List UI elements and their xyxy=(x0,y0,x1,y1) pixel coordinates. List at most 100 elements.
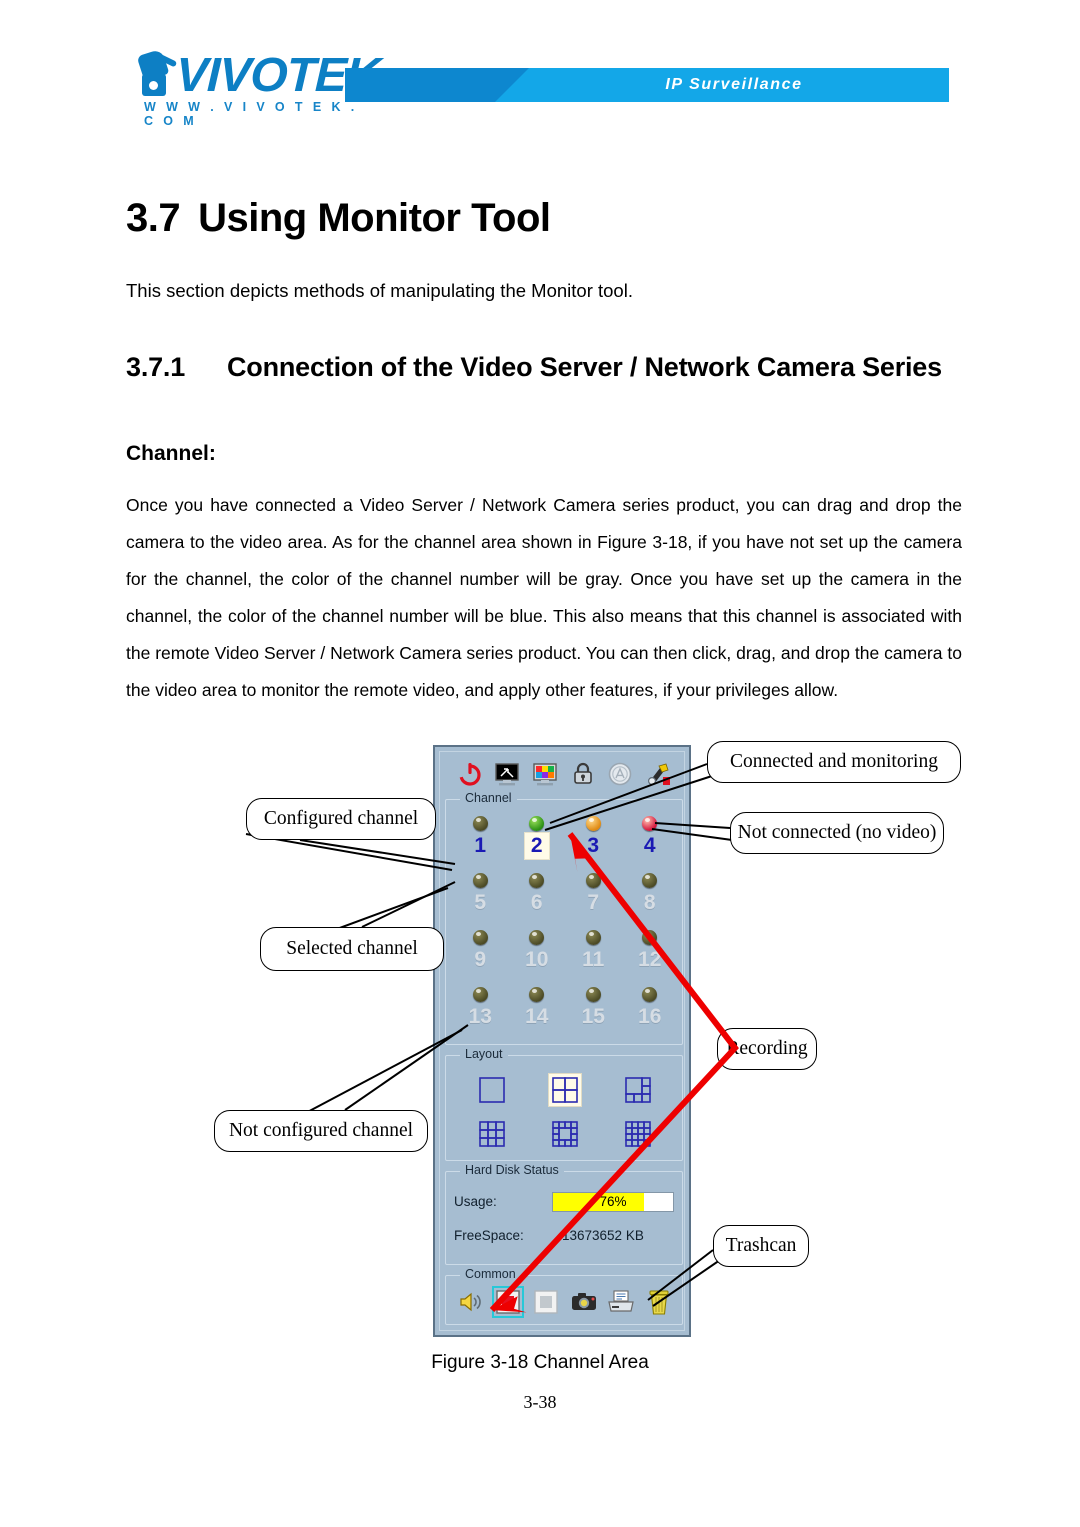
channel-cell-13[interactable]: 13 xyxy=(452,985,509,1042)
callout-configured-channel: Configured channel xyxy=(246,798,436,840)
common-group: Common xyxy=(445,1267,683,1325)
hdd-freespace-label: FreeSpace: xyxy=(454,1228,524,1243)
minimize-screen-icon[interactable] xyxy=(493,760,521,788)
hdd-usage-bar: 76% xyxy=(552,1192,674,1212)
callout-selected-channel: Selected channel xyxy=(260,927,444,971)
channel-cell-15[interactable]: 15 xyxy=(565,985,622,1042)
main-paragraph: Once you have connected a Video Server /… xyxy=(126,495,962,700)
lock-icon[interactable] xyxy=(569,760,597,788)
channel-number-9[interactable]: 9 xyxy=(469,946,491,974)
channel-number-1[interactable]: 1 xyxy=(469,832,491,860)
section-number: 3.7 xyxy=(126,196,181,240)
hdd-group-title: Hard Disk Status xyxy=(460,1163,564,1177)
vivotek-logo: VIVOTEK W W W . V I V O T E K . C O M xyxy=(136,48,381,128)
channel-cell-3[interactable]: 3 xyxy=(565,814,622,871)
layout-1-icon[interactable] xyxy=(475,1073,509,1107)
subsection-title: Connection of the Video Server / Network… xyxy=(227,352,942,382)
hdd-freespace-row: FreeSpace: 13673652 KB xyxy=(454,1226,676,1248)
hdd-usage-percent: 76% xyxy=(599,1194,627,1209)
channel-led-2 xyxy=(529,816,545,831)
layout-10-icon[interactable] xyxy=(548,1117,582,1151)
channel-group: Channel 1 2 3 4 5 6 7 8 9 10 11 12 13 14 15 16 xyxy=(445,791,683,1045)
channel-number-15[interactable]: 15 xyxy=(577,1003,610,1031)
snapshot-icon[interactable] xyxy=(570,1288,598,1316)
channel-cell-11[interactable]: 11 xyxy=(565,928,622,985)
channel-grid: 1 2 3 4 5 6 7 8 9 10 11 12 13 14 15 16 xyxy=(452,814,678,1042)
channel-led-16 xyxy=(642,987,658,1002)
channel-cell-1[interactable]: 1 xyxy=(452,814,509,871)
channel-cell-5[interactable]: 5 xyxy=(452,871,509,928)
channel-cell-7[interactable]: 7 xyxy=(565,871,622,928)
channel-number-16[interactable]: 16 xyxy=(633,1003,666,1031)
channel-led-12 xyxy=(642,930,658,945)
seal-icon xyxy=(606,760,634,788)
channel-cell-4[interactable]: 4 xyxy=(622,814,679,871)
channel-number-7[interactable]: 7 xyxy=(582,889,604,917)
common-group-title: Common xyxy=(460,1267,521,1281)
speaker-icon[interactable] xyxy=(457,1288,485,1316)
common-button-row xyxy=(452,1286,678,1318)
channel-number-5[interactable]: 5 xyxy=(469,889,491,917)
channel-led-10 xyxy=(529,930,545,945)
channel-group-title: Channel xyxy=(460,791,517,805)
color-screen-icon[interactable] xyxy=(531,760,559,788)
intro-paragraph: This section depicts methods of manipula… xyxy=(126,280,633,301)
channel-led-11 xyxy=(585,930,601,945)
layout-16-icon[interactable] xyxy=(621,1117,655,1151)
channel-number-4[interactable]: 4 xyxy=(639,832,661,860)
channel-number-6[interactable]: 6 xyxy=(526,889,548,917)
layout-group: Layout xyxy=(445,1047,683,1161)
channel-cell-14[interactable]: 14 xyxy=(509,985,566,1042)
channel-number-10[interactable]: 10 xyxy=(520,946,553,974)
channel-led-8 xyxy=(642,873,658,888)
header-tagline: IP Surveillance xyxy=(665,76,803,93)
channel-cell-8[interactable]: 8 xyxy=(622,871,679,928)
layout-9-icon[interactable] xyxy=(475,1117,509,1151)
callout-trashcan: Trashcan xyxy=(713,1225,809,1267)
section-title: Using Monitor Tool xyxy=(198,196,551,240)
channel-cell-9[interactable]: 9 xyxy=(452,928,509,985)
channel-led-9 xyxy=(472,930,488,945)
record-icon[interactable] xyxy=(492,1286,525,1318)
channel-led-7 xyxy=(585,873,601,888)
layout-6-icon[interactable] xyxy=(621,1073,655,1107)
channel-led-14 xyxy=(529,987,545,1002)
channel-led-13 xyxy=(472,987,488,1002)
channel-cell-2[interactable]: 2 xyxy=(509,814,566,871)
channel-cell-6[interactable]: 6 xyxy=(509,871,566,928)
callout-recording: Recording xyxy=(717,1028,817,1070)
subsection-number: 3.7.1 xyxy=(126,352,186,382)
channel-cell-12[interactable]: 12 xyxy=(622,928,679,985)
layout-4-icon[interactable] xyxy=(547,1073,582,1107)
channel-number-2[interactable]: 2 xyxy=(523,832,550,860)
channel-number-12[interactable]: 12 xyxy=(633,946,666,974)
hdd-freespace-value: 13673652 KB xyxy=(562,1228,644,1243)
channel-number-14[interactable]: 14 xyxy=(520,1003,553,1031)
stop-icon[interactable] xyxy=(532,1288,560,1316)
config-tool-icon[interactable] xyxy=(644,760,672,788)
power-icon[interactable] xyxy=(456,760,484,788)
channel-led-5 xyxy=(472,873,488,888)
channel-number-8[interactable]: 8 xyxy=(639,889,661,917)
channel-led-1 xyxy=(472,816,488,831)
callout-not-configured-channel: Not configured channel xyxy=(214,1110,428,1152)
channel-number-3[interactable]: 3 xyxy=(582,832,604,860)
monitor-tool-window[interactable]: Channel 1 2 3 4 5 6 7 8 9 10 11 12 13 14 15 16 Layout H… xyxy=(433,745,691,1337)
trash-icon[interactable] xyxy=(645,1288,673,1316)
print-icon[interactable] xyxy=(607,1288,635,1316)
layout-group-title: Layout xyxy=(460,1047,508,1061)
page-title: 3.7 Using Monitor Tool xyxy=(126,196,551,241)
channel-cell-10[interactable]: 10 xyxy=(509,928,566,985)
channel-led-4 xyxy=(642,816,658,831)
channel-led-6 xyxy=(529,873,545,888)
channel-led-3 xyxy=(585,816,601,831)
figure-caption: Figure 3-18 Channel Area xyxy=(431,1352,649,1373)
layout-grid xyxy=(456,1068,674,1156)
callout-connected-monitoring: Connected and monitoring xyxy=(707,741,961,783)
channel-number-11[interactable]: 11 xyxy=(577,946,609,974)
callout-not-connected: Not connected (no video) xyxy=(730,812,944,854)
channel-cell-16[interactable]: 16 xyxy=(622,985,679,1042)
page-number: 3-38 xyxy=(523,1392,557,1412)
channel-number-13[interactable]: 13 xyxy=(464,1003,497,1031)
hard-disk-status-group: Hard Disk Status Usage: 76% FreeSpace: 1… xyxy=(445,1163,683,1265)
